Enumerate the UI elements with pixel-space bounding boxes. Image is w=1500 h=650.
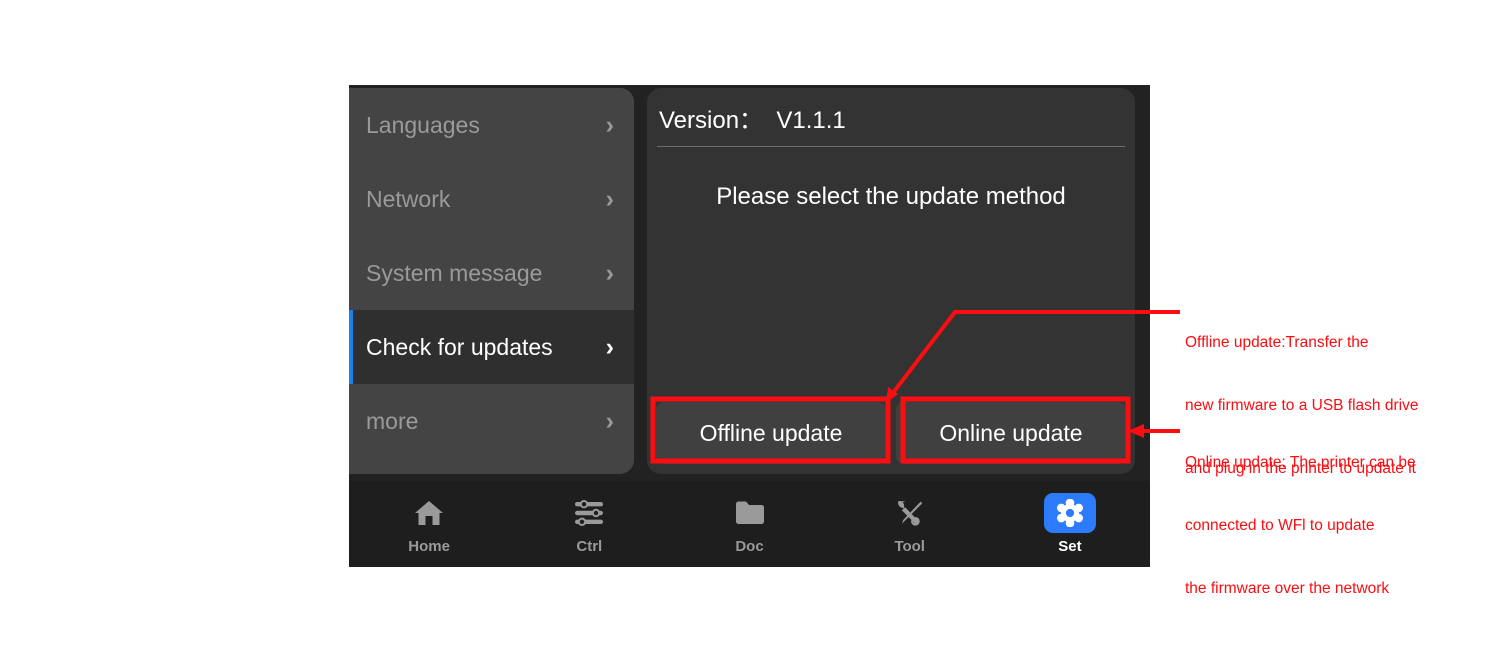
sidebar-item-system-message[interactable]: System message › <box>349 236 634 310</box>
update-prompt: Please select the update method <box>647 183 1135 211</box>
bottom-navigation-bar: Home Ctrl <box>349 481 1150 567</box>
divider <box>657 146 1125 147</box>
settings-sidebar: Languages › Network › System message › C… <box>349 88 634 474</box>
annotation-line: the firmware over the network <box>1185 578 1416 599</box>
chevron-right-icon: › <box>606 409 616 434</box>
sidebar-item-label: Check for updates <box>366 334 606 361</box>
printer-touchscreen: Languages › Network › System message › C… <box>349 85 1150 567</box>
nav-item-label: Doc <box>735 538 763 555</box>
chevron-right-icon: › <box>606 113 616 138</box>
sidebar-item-more[interactable]: more › <box>349 384 634 458</box>
sidebar-item-label: Network <box>366 186 606 213</box>
sidebar-item-label: System message <box>366 260 606 287</box>
offline-update-button[interactable]: Offline update <box>656 402 886 464</box>
chevron-right-icon: › <box>606 261 616 286</box>
nav-item-tool[interactable]: Tool <box>830 481 990 567</box>
sidebar-item-languages[interactable]: Languages › <box>349 88 634 162</box>
annotation-line: Online update: The printer can be <box>1185 452 1416 473</box>
sidebar-item-label: more <box>366 408 606 435</box>
settings-panels: Languages › Network › System message › C… <box>349 85 1150 477</box>
sidebar-item-network[interactable]: Network › <box>349 162 634 236</box>
sidebar-item-check-for-updates[interactable]: Check for updates › <box>349 310 634 384</box>
gear-icon <box>1044 493 1096 533</box>
nav-item-doc[interactable]: Doc <box>669 481 829 567</box>
nav-item-home[interactable]: Home <box>349 481 509 567</box>
annotation-line: connected to WFl to update <box>1185 515 1416 536</box>
chevron-right-icon: › <box>606 187 616 212</box>
sidebar-item-label: Languages <box>366 112 606 139</box>
nav-item-ctrl[interactable]: Ctrl <box>509 481 669 567</box>
nav-item-label: Set <box>1058 538 1081 555</box>
annotation-line: Offline update:Transfer the <box>1185 332 1418 353</box>
nav-item-label: Ctrl <box>576 538 602 555</box>
online-update-button[interactable]: Online update <box>896 402 1126 464</box>
nav-item-label: Tool <box>894 538 925 555</box>
update-buttons: Offline update Online update <box>647 402 1135 464</box>
version-row: Version： V1.1.1 <box>647 88 1135 146</box>
sliders-icon <box>563 493 615 533</box>
chevron-right-icon: › <box>606 335 616 360</box>
online-update-annotation: Online update: The printer can be connec… <box>1185 410 1416 620</box>
nav-item-label: Home <box>408 538 450 555</box>
sidebar-active-accent <box>349 310 353 384</box>
version-text: Version： V1.1.1 <box>659 100 846 135</box>
folder-icon <box>724 493 776 533</box>
nav-item-set[interactable]: Set <box>990 481 1150 567</box>
update-panel: Version： V1.1.1 Please select the update… <box>647 88 1135 474</box>
home-icon <box>403 493 455 533</box>
tools-icon <box>884 493 936 533</box>
